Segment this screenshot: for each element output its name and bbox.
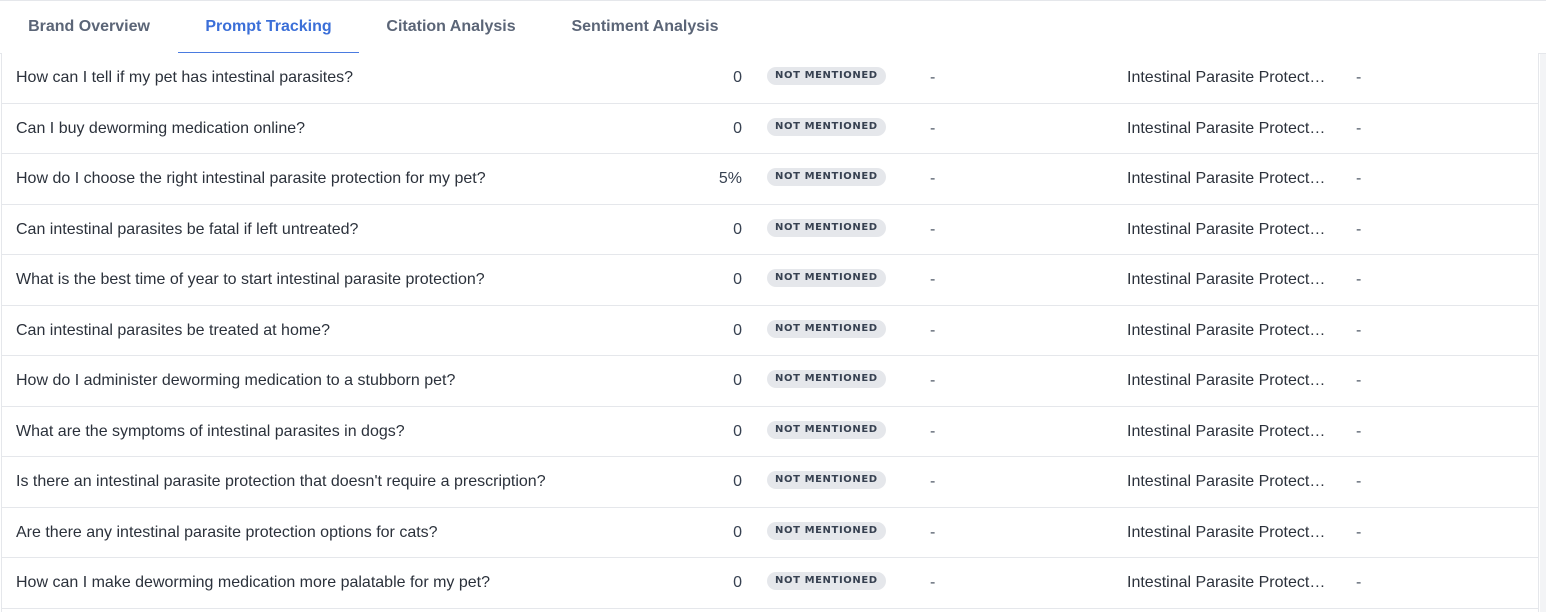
status-badge: NOT MENTIONED [767, 572, 886, 591]
table-row[interactable]: Are there any intestinal parasite protec… [2, 507, 1538, 558]
topic-label: Intestinal Parasite Protection [1127, 321, 1327, 339]
extra-value: - [1356, 372, 1362, 389]
status-cell: NOT MENTIONED [767, 407, 887, 457]
table-row[interactable]: What is the best time of year to start i… [2, 255, 1538, 306]
status-cell: NOT MENTIONED [767, 154, 887, 204]
prompt-text: How can I tell if my pet has intestinal … [16, 69, 354, 86]
table-row[interactable]: How do I administer deworming medication… [2, 356, 1538, 407]
position-value: - [930, 69, 936, 86]
topic-label: Intestinal Parasite Protection [1127, 119, 1327, 137]
position-value: - [930, 170, 936, 187]
status-cell: NOT MENTIONED [767, 104, 887, 154]
topic-label: Intestinal Parasite Protection [1127, 271, 1327, 288]
extra-value: - [1356, 220, 1362, 238]
position-value: - [930, 473, 936, 490]
visibility-score: 0 [733, 271, 742, 288]
extra-value: - [1356, 523, 1362, 541]
prompt-table: How can I tell if my pet has intestinal … [1, 53, 1539, 612]
position-value: - [930, 220, 936, 238]
visibility-score: 0 [733, 119, 742, 137]
table-row[interactable]: What are the symptoms of intestinal para… [2, 406, 1538, 457]
prompt-text: Can intestinal parasites be fatal if lef… [16, 220, 359, 238]
visibility-score: 0 [733, 422, 742, 440]
table-row[interactable]: How do I choose the right intestinal par… [2, 154, 1538, 205]
status-cell: NOT MENTIONED [767, 255, 887, 305]
status-badge: NOT MENTIONED [767, 269, 886, 288]
tab-bar: Brand Overview Prompt Tracking Citation … [0, 1, 1546, 54]
position-value: - [930, 574, 936, 591]
topic-label: Intestinal Parasite Protection [1127, 523, 1327, 541]
status-cell: NOT MENTIONED [767, 205, 887, 255]
position-value: - [930, 271, 936, 288]
status-cell: NOT MENTIONED [767, 53, 887, 103]
visibility-score: 0 [733, 523, 742, 541]
extra-value: - [1356, 119, 1362, 137]
table-row[interactable]: Can intestinal parasites be treated at h… [2, 305, 1538, 356]
status-badge: NOT MENTIONED [767, 521, 886, 540]
visibility-score: 0 [733, 321, 742, 339]
prompt-text: How do I choose the right intestinal par… [16, 170, 486, 187]
status-badge: NOT MENTIONED [767, 420, 886, 439]
topic-label: Intestinal Parasite Protection [1127, 422, 1327, 440]
prompt-text: What are the symptoms of intestinal para… [16, 422, 405, 440]
vertical-scrollbar[interactable] [1540, 54, 1546, 612]
status-badge: NOT MENTIONED [767, 168, 886, 187]
prompt-tracking-page: Brand Overview Prompt Tracking Citation … [0, 0, 1546, 612]
status-cell: NOT MENTIONED [767, 558, 887, 608]
table-row[interactable]: Is there an intestinal parasite protecti… [2, 457, 1538, 508]
visibility-score: 0 [733, 220, 742, 238]
status-cell: NOT MENTIONED [767, 508, 887, 558]
visibility-score: 0 [733, 473, 742, 490]
topic-label: Intestinal Parasite Protection [1127, 170, 1327, 187]
prompt-text: Are there any intestinal parasite protec… [16, 523, 438, 541]
status-badge: NOT MENTIONED [767, 117, 886, 136]
status-cell: NOT MENTIONED [767, 457, 887, 507]
prompt-text: Can I buy deworming medication online? [16, 119, 306, 137]
position-value: - [930, 372, 936, 389]
status-badge: NOT MENTIONED [767, 370, 886, 389]
extra-value: - [1356, 473, 1362, 490]
prompt-text: How can I make deworming medication more… [16, 574, 490, 591]
status-badge: NOT MENTIONED [767, 67, 886, 86]
extra-value: - [1356, 271, 1362, 288]
topic-label: Intestinal Parasite Protection [1127, 473, 1327, 490]
extra-value: - [1356, 574, 1362, 591]
visibility-score: 0 [733, 574, 742, 591]
extra-value: - [1356, 69, 1362, 86]
prompt-text: Is there an intestinal parasite protecti… [16, 473, 546, 490]
position-value: - [930, 523, 936, 541]
tab-brand-overview[interactable]: Brand Overview [0, 1, 178, 54]
topic-label: Intestinal Parasite Protection [1127, 372, 1327, 389]
status-badge: NOT MENTIONED [767, 319, 886, 338]
status-cell: NOT MENTIONED [767, 356, 887, 406]
topic-label: Intestinal Parasite Protection [1127, 574, 1327, 591]
visibility-score: 0 [733, 69, 742, 86]
position-value: - [930, 422, 936, 440]
prompt-text: What is the best time of year to start i… [16, 271, 485, 288]
status-badge: NOT MENTIONED [767, 471, 886, 490]
prompt-text: Can intestinal parasites be treated at h… [16, 321, 330, 339]
tab-citation-analysis[interactable]: Citation Analysis [359, 1, 543, 54]
topic-label: Intestinal Parasite Protection [1127, 69, 1327, 86]
position-value: - [930, 119, 936, 137]
status-cell: NOT MENTIONED [767, 306, 887, 356]
table-row[interactable]: How can I tell if my pet has intestinal … [2, 53, 1538, 104]
extra-value: - [1356, 422, 1362, 440]
visibility-score: 5% [718, 170, 742, 187]
prompt-text: How do I administer deworming medication… [16, 372, 456, 389]
position-value: - [930, 321, 936, 339]
table-row[interactable]: How can I make deworming medication more… [2, 558, 1538, 609]
tab-prompt-tracking[interactable]: Prompt Tracking [178, 1, 359, 54]
topic-label: Intestinal Parasite Protection [1127, 220, 1327, 238]
extra-value: - [1356, 170, 1362, 187]
table-row[interactable]: Can I buy deworming medication online? 0… [2, 103, 1538, 154]
table-row[interactable]: Can intestinal parasites be fatal if lef… [2, 204, 1538, 255]
tab-sentiment-analysis[interactable]: Sentiment Analysis [543, 1, 747, 54]
visibility-score: 0 [733, 372, 742, 389]
extra-value: - [1356, 321, 1362, 339]
status-badge: NOT MENTIONED [767, 218, 886, 237]
